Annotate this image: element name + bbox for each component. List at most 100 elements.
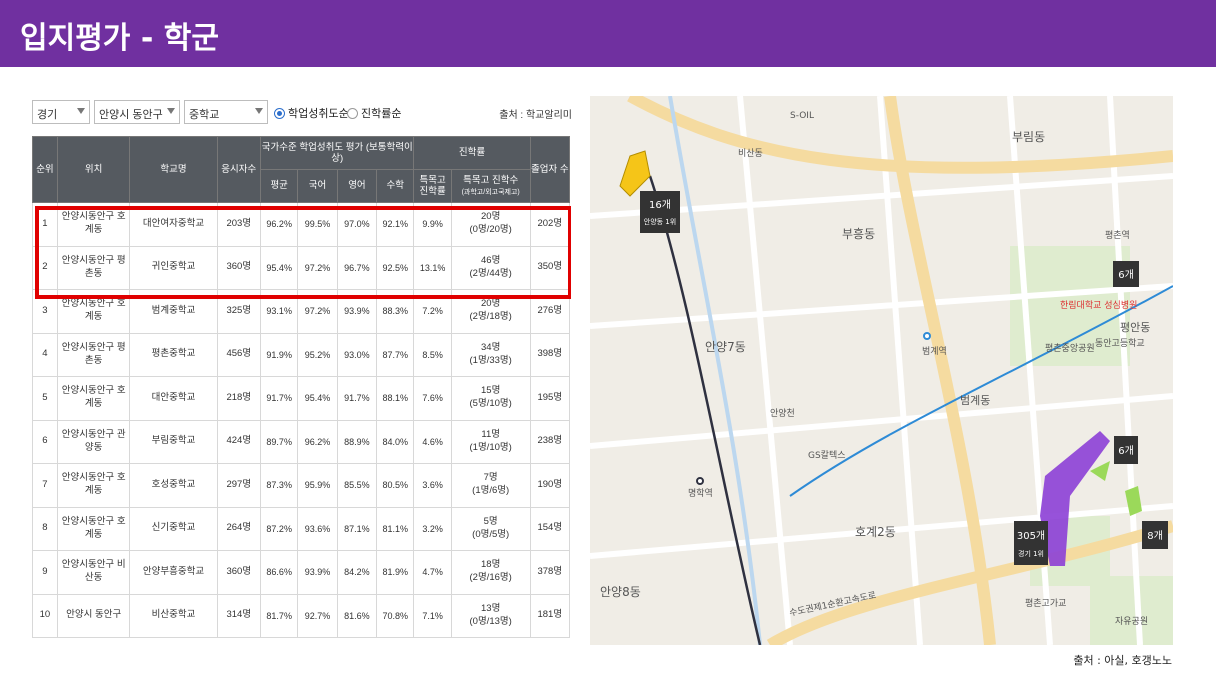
special-count-breakdown: (2명/18명) <box>469 311 512 323</box>
takers-cell: 360명 <box>216 550 262 595</box>
header-takers: 응시자수 <box>216 136 262 203</box>
takers-cell: 218명 <box>216 376 262 421</box>
title-bar: 입지평가 - 학군 <box>0 0 1216 67</box>
header-special-count-sub: (과학고/외고국제고) <box>461 189 520 196</box>
english-cell: 84.2% <box>336 550 378 595</box>
korean-cell: 93.9% <box>297 550 338 595</box>
chevron-down-icon <box>255 108 263 114</box>
special-count-value: 13명 <box>481 602 501 614</box>
header-special-count-label: 특목고 진학수 <box>463 174 519 186</box>
map-label-myeonghak: 명학역 <box>688 488 713 499</box>
map-label-pyeongchon-park: 평촌중앙공원 <box>1045 342 1095 354</box>
district-select[interactable]: 안양시 동안구 <box>94 100 180 124</box>
map-badge-4[interactable]: 305개 경기 1위 <box>1014 521 1048 565</box>
table-row[interactable]: 7 안양시동안구 호계동 호성중학교 297명 87.3% 95.9% 85.5% 80.5%… <box>32 463 571 508</box>
special-count-cell: 7명 (1명/6명) <box>450 463 531 508</box>
table-row[interactable]: 10 안양시 동안구 비산중학교 314명 81.7% 92.7% 81.6% 70.8% 7.… <box>32 593 571 638</box>
korean-cell: 95.4% <box>297 376 338 421</box>
header-avg: 평균 <box>260 169 299 203</box>
map-label-dongan-high: 동안고등학교 <box>1095 338 1145 349</box>
graduates-cell: 195명 <box>529 376 571 421</box>
radio-advance-rate[interactable]: 진학률순 <box>347 105 401 121</box>
english-cell: 93.0% <box>336 332 378 377</box>
special-count-cell: 34명 (1명/33명) <box>450 332 531 377</box>
map-view[interactable]: S-OIL 비산동 범계역 평촌역 안양7동 호계2동 안양8동 명학역 부림동… <box>590 96 1173 645</box>
location-cell: 안양시동안구 평촌동 <box>56 332 131 377</box>
map-label-pyeongchon: 평촌역 <box>1105 230 1130 241</box>
header-english: 영어 <box>336 169 378 203</box>
math-cell: 84.0% <box>376 419 415 464</box>
special-count-breakdown: (2명/16명) <box>469 572 512 584</box>
credit-text: 출처 : 아실, 호갱노노 <box>1073 654 1172 667</box>
korean-cell: 95.2% <box>297 332 338 377</box>
header-rank: 순위 <box>32 136 58 203</box>
takers-cell: 424명 <box>216 419 262 464</box>
special-count-breakdown: (0명/5명) <box>472 528 510 540</box>
source-label: 출처 : 학교알리미 <box>499 110 571 121</box>
rank-cell: 4 <box>32 332 58 377</box>
special-count-value: 18명 <box>481 559 501 571</box>
region-select[interactable]: 경기 <box>32 100 90 124</box>
korean-cell: 95.9% <box>297 463 338 508</box>
special-count-breakdown: (1명/10명) <box>469 441 512 453</box>
english-cell: 85.5% <box>336 463 378 508</box>
table-row[interactable]: 8 안양시동안구 호계동 신기중학교 264명 87.2% 93.6% 87.1% 81.1%… <box>32 506 571 551</box>
korean-cell: 93.6% <box>297 506 338 551</box>
school-cell: 비산중학교 <box>129 593 218 638</box>
map-label-bisan: 비산동 <box>738 148 763 159</box>
math-cell: 81.1% <box>376 506 415 551</box>
map-badge-3[interactable]: 6개 <box>1114 436 1138 464</box>
highlight-box <box>35 206 571 299</box>
level-select[interactable]: 중학교 <box>184 100 268 124</box>
header-school: 학교명 <box>129 136 218 203</box>
takers-cell: 314명 <box>216 593 262 638</box>
radio-unselected-icon <box>347 108 358 119</box>
header-special-rate: 특목고 진학률 <box>413 169 452 203</box>
map-label-anyang8: 안양8동 <box>600 585 641 599</box>
filter-bar: 경기 안양시 동안구 중학교 학업성취도순 진학률순 출처 : 학교알리미 <box>32 100 571 124</box>
special-count-value: 20명 <box>481 298 501 310</box>
takers-cell: 264명 <box>216 506 262 551</box>
map-label-beomgye: 범계역 <box>922 345 947 357</box>
avg-cell: 87.3% <box>260 463 299 508</box>
map-badge-1[interactable]: 16개 안양동 1위 <box>640 191 680 233</box>
map-badge-5-count: 8개 <box>1147 530 1163 542</box>
math-cell: 70.8% <box>376 593 415 638</box>
table-row[interactable]: 9 안양시동안구 비산동 안양부흥중학교 360명 86.6% 93.9% 84.2% 81.… <box>32 550 571 595</box>
chevron-down-icon <box>167 108 175 114</box>
special-count-value: 15명 <box>481 385 501 397</box>
takers-cell: 456명 <box>216 332 262 377</box>
level-select-value: 중학교 <box>189 109 220 121</box>
special-count-breakdown: (1명/33명) <box>469 354 512 366</box>
avg-cell: 81.7% <box>260 593 299 638</box>
school-cell: 대안중학교 <box>129 376 218 421</box>
page-title: 입지평가 - 학군 <box>20 21 219 56</box>
special-count-breakdown: (1명/6명) <box>472 485 510 497</box>
special-rate-cell: 8.5% <box>413 332 452 377</box>
korean-cell: 96.2% <box>297 419 338 464</box>
map-badge-4-count: 305개 <box>1017 530 1045 542</box>
map-badge-5[interactable]: 8개 <box>1142 521 1168 549</box>
table-row[interactable]: 6 안양시동안구 관양동 부림중학교 424명 89.7% 96.2% 88.9% 84.0%… <box>32 419 571 464</box>
school-cell: 안양부흥중학교 <box>129 550 218 595</box>
map-label-anyang7: 안양7동 <box>705 340 746 354</box>
table-row[interactable]: 5 안양시동안구 호계동 대안중학교 218명 91.7% 95.4% 91.7% 88.1%… <box>32 376 571 421</box>
special-rate-cell: 7.1% <box>413 593 452 638</box>
map-badge-2-count: 6개 <box>1118 269 1134 281</box>
radio-achievement[interactable]: 학업성취도순 <box>274 105 349 121</box>
rank-cell: 6 <box>32 419 58 464</box>
map-badge-1-rank: 안양동 1위 <box>644 217 676 226</box>
map-badge-3-count: 6개 <box>1118 445 1134 457</box>
graduates-cell: 190명 <box>529 463 571 508</box>
table-row[interactable]: 4 안양시동안구 평촌동 평촌중학교 456명 91.9% 95.2% 93.0% 87.7%… <box>32 332 571 377</box>
region-select-value: 경기 <box>37 109 58 121</box>
header-math: 수학 <box>376 169 415 203</box>
header-advance-group: 진학률 <box>413 136 531 170</box>
math-cell: 80.5% <box>376 463 415 508</box>
location-cell: 안양시동안구 호계동 <box>56 506 131 551</box>
radio-selected-icon <box>274 108 285 119</box>
english-cell: 91.7% <box>336 376 378 421</box>
graduates-cell: 154명 <box>529 506 571 551</box>
map-badge-2[interactable]: 6개 <box>1113 261 1139 287</box>
takers-cell: 297명 <box>216 463 262 508</box>
